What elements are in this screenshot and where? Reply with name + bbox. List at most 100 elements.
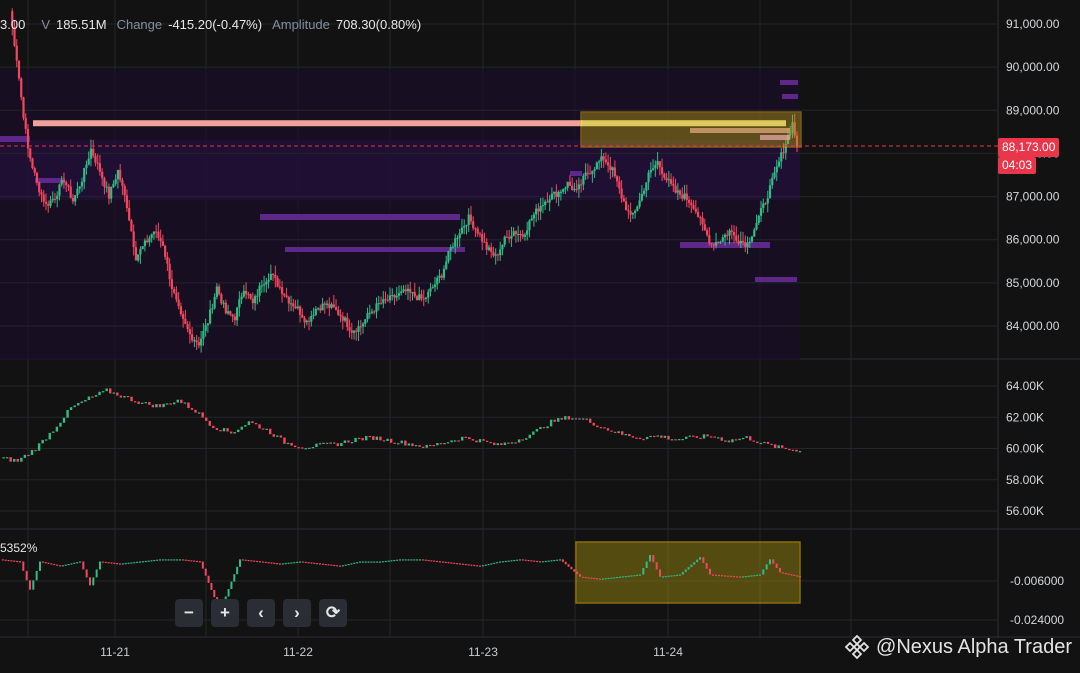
oi-candle [432, 445, 435, 447]
funding-candle [22, 561, 25, 571]
price-candle [553, 191, 556, 194]
price-candle [607, 162, 610, 166]
price-candle [505, 236, 509, 238]
oi-tick-label: 64.00K [1006, 379, 1044, 393]
price-candle [92, 148, 95, 156]
oi-candle [482, 439, 485, 441]
price-candle [555, 191, 558, 197]
oi-candle [379, 436, 382, 441]
oi-candle [205, 417, 208, 421]
funding-candle [204, 568, 207, 576]
funding-candle [327, 564, 330, 566]
scroll-right-button[interactable]: › [283, 599, 311, 627]
price-candle [604, 159, 607, 163]
price-candle [341, 316, 344, 321]
reset-button[interactable]: ⟳ [319, 599, 347, 627]
funding-candle [121, 563, 124, 565]
funding-candle [19, 561, 21, 563]
funding-candle [556, 559, 559, 561]
liquidity-band [782, 94, 798, 99]
funding-candle [290, 562, 293, 564]
funding-candle [230, 581, 233, 590]
funding-candle [799, 576, 801, 578]
oi-candle [464, 436, 467, 438]
oi-candle [592, 422, 595, 426]
oi-candle [453, 440, 457, 442]
funding-candle [95, 569, 98, 578]
funding-candle [501, 561, 504, 563]
funding-candle [684, 569, 687, 573]
oi-candle [503, 442, 507, 446]
price-candle [451, 246, 455, 248]
change-label: Change [116, 16, 163, 32]
oi-candle [247, 421, 251, 426]
funding-candle [61, 565, 64, 567]
price-candle [622, 198, 625, 202]
price-candle [22, 97, 25, 118]
funding-candle [259, 561, 261, 563]
oi-candle [208, 420, 211, 426]
zoom-out-button[interactable]: − [175, 599, 203, 627]
liquidity-band [755, 277, 797, 282]
price-candle [667, 179, 670, 181]
funding-candle [673, 575, 676, 577]
oi-candle [290, 442, 293, 446]
trading-chart[interactable]: 11-21 11-22 11-23 11-24 91,000.00 90,000.00 89… [0, 0, 1080, 673]
funding-candle [756, 574, 759, 577]
oi-candle [194, 409, 197, 413]
oi-candle [457, 440, 460, 442]
price-candle [200, 338, 203, 346]
oi-candle [738, 438, 741, 441]
price-candle [546, 201, 549, 203]
funding-candle [413, 559, 416, 561]
funding-candle [79, 561, 81, 563]
change-value: -415.20(-0.47%) [168, 16, 263, 32]
price-candle [616, 176, 619, 182]
funding-candle [599, 578, 601, 580]
funding-candle [621, 576, 624, 578]
funding-candle [693, 562, 696, 565]
funding-candle [709, 568, 711, 575]
price-candle [350, 330, 353, 333]
price-candle [339, 314, 342, 317]
price-candle [764, 203, 767, 205]
funding-candle [113, 562, 116, 564]
oi-candle [766, 441, 770, 444]
price-candle [330, 304, 333, 308]
price-candle [454, 238, 457, 247]
price-candle [397, 293, 401, 296]
price-candle [269, 273, 272, 281]
funding-candle [67, 563, 70, 566]
funding-candle [199, 561, 201, 563]
zoom-in-button[interactable]: + [211, 599, 239, 627]
oi-candle [571, 418, 574, 420]
oi-candle [87, 396, 91, 401]
funding-candle [421, 559, 424, 561]
funding-candle [270, 562, 273, 564]
funding-candle [533, 560, 536, 562]
funding-candle [567, 564, 570, 567]
price-candle [490, 247, 493, 252]
funding-tick-label: -0.024000 [1010, 613, 1064, 627]
price-candle [213, 296, 216, 309]
oi-candle [215, 428, 219, 431]
oi-candle [16, 458, 19, 462]
oi-candle [240, 426, 243, 430]
price-candle [586, 172, 589, 174]
price-candle [773, 172, 776, 178]
funding-candle [645, 561, 648, 568]
price-candle [20, 78, 23, 98]
funding-candle [587, 577, 590, 579]
chart-canvas[interactable]: 11-21 11-22 11-23 11-24 91,000.00 90,000.00 89… [0, 0, 1080, 673]
oi-candle [340, 442, 343, 447]
funding-candle [536, 560, 539, 563]
oi-candle [393, 442, 396, 444]
price-candle [568, 181, 571, 186]
funding-candle [353, 562, 356, 564]
scroll-left-button[interactable]: ‹ [247, 599, 275, 627]
funding-candle [401, 559, 404, 561]
price-candle [303, 317, 306, 323]
funding-candle [99, 561, 101, 570]
funding-candle [316, 563, 319, 565]
price-candle [346, 317, 349, 328]
